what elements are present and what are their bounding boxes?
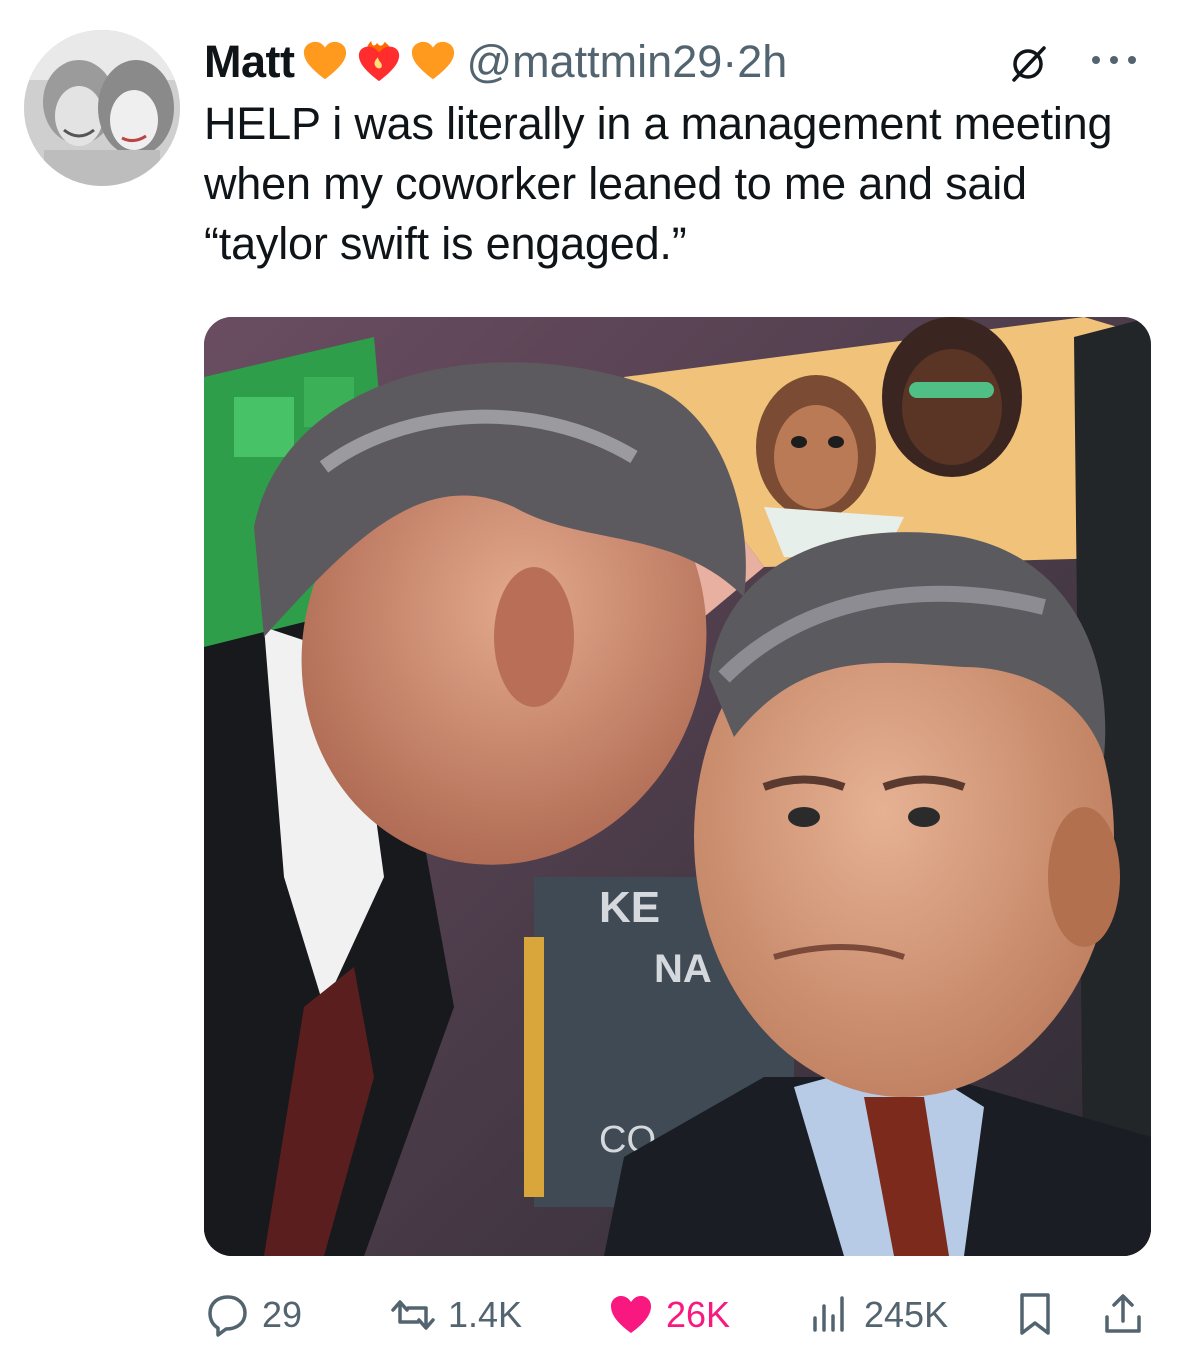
orange-heart-icon xyxy=(412,41,455,80)
media-letters-2: NA xyxy=(654,947,712,991)
heart-on-fire-icon xyxy=(359,40,400,82)
retweet-icon xyxy=(391,1300,435,1330)
share-icon[interactable] xyxy=(1100,1291,1146,1337)
retweet-button[interactable]: 1.4K xyxy=(390,1283,522,1347)
action-bar: 29 1.4K 26K 245K xyxy=(204,1283,1154,1347)
tweet-media-photo[interactable]: KE NA CO xyxy=(204,317,1151,1256)
reply-icon xyxy=(208,1295,247,1337)
avatar[interactable] xyxy=(24,30,180,186)
reply-count: 29 xyxy=(262,1294,303,1335)
more-options-icon[interactable] xyxy=(1084,48,1144,72)
author-name[interactable]: Matt xyxy=(204,36,295,88)
time-separator: · xyxy=(722,36,738,87)
reply-button[interactable]: 29 xyxy=(204,1283,302,1347)
handle-text: @mattmin29 xyxy=(466,36,723,87)
views-button[interactable]: 245K xyxy=(806,1283,948,1347)
like-count: 26K xyxy=(666,1294,731,1335)
photo-illustration: KE NA CO xyxy=(204,317,1151,1256)
author-handle[interactable]: @mattmin29·2h xyxy=(466,36,787,88)
tweet-text: HELP i was literally in a management mee… xyxy=(204,98,1113,269)
heart-filled-icon xyxy=(611,1296,651,1333)
muted-conversation-icon[interactable] xyxy=(1006,42,1050,86)
orange-heart-icon xyxy=(304,41,347,80)
like-button[interactable]: 26K xyxy=(608,1283,730,1347)
bookmark-icon[interactable] xyxy=(1012,1291,1058,1337)
retweet-count: 1.4K xyxy=(448,1294,523,1335)
view-count: 245K xyxy=(864,1294,949,1335)
avatar-photo xyxy=(24,30,180,186)
media-letters-1: KE xyxy=(599,883,660,932)
timestamp[interactable]: 2h xyxy=(737,36,787,87)
views-bar-chart-icon xyxy=(813,1296,844,1332)
